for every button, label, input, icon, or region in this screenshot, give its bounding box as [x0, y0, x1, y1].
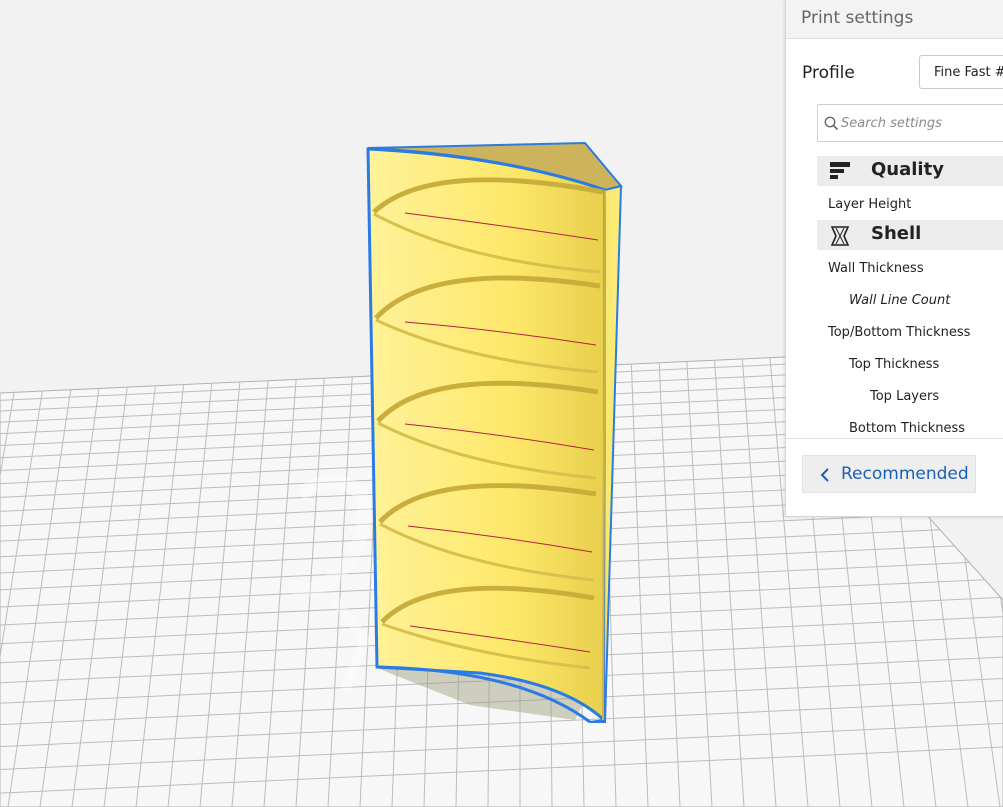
- setting-wall-line-count[interactable]: Wall Line Count: [849, 293, 950, 308]
- shell-icon: [830, 226, 850, 246]
- category-label: Quality: [871, 159, 944, 180]
- panel-divider: [786, 438, 1003, 439]
- profile-value: Fine Fast #2: [934, 65, 1003, 80]
- category-shell[interactable]: Shell: [817, 220, 1003, 250]
- recommended-label: Recommended: [841, 464, 969, 484]
- recommended-button[interactable]: Recommended: [802, 455, 976, 493]
- search-icon: [824, 116, 839, 131]
- category-label: Shell: [871, 223, 922, 244]
- setting-bottom-thickness[interactable]: Bottom Thickness: [849, 421, 965, 436]
- panel-header: Print settings: [786, 0, 1003, 39]
- profile-select[interactable]: Fine Fast #2: [919, 55, 1003, 89]
- search-placeholder: Search settings: [841, 116, 942, 131]
- search-settings-input[interactable]: Search settings: [817, 104, 1003, 142]
- setting-top-bottom-thickness[interactable]: Top/Bottom Thickness: [828, 325, 970, 340]
- setting-top-thickness[interactable]: Top Thickness: [849, 357, 939, 372]
- panel-title: Print settings: [801, 8, 914, 28]
- setting-layer-height[interactable]: Layer Height: [828, 197, 911, 212]
- category-quality[interactable]: Quality: [817, 156, 1003, 186]
- setting-wall-thickness[interactable]: Wall Thickness: [828, 261, 924, 276]
- profile-label: Profile: [802, 63, 855, 83]
- quality-icon: [830, 162, 850, 179]
- chevron-left-icon: [820, 468, 829, 482]
- 3d-model[interactable]: [366, 141, 623, 724]
- setting-top-layers[interactable]: Top Layers: [870, 389, 939, 404]
- print-settings-panel: Print settings Profile Fine Fast #2 Sear…: [785, 0, 1003, 517]
